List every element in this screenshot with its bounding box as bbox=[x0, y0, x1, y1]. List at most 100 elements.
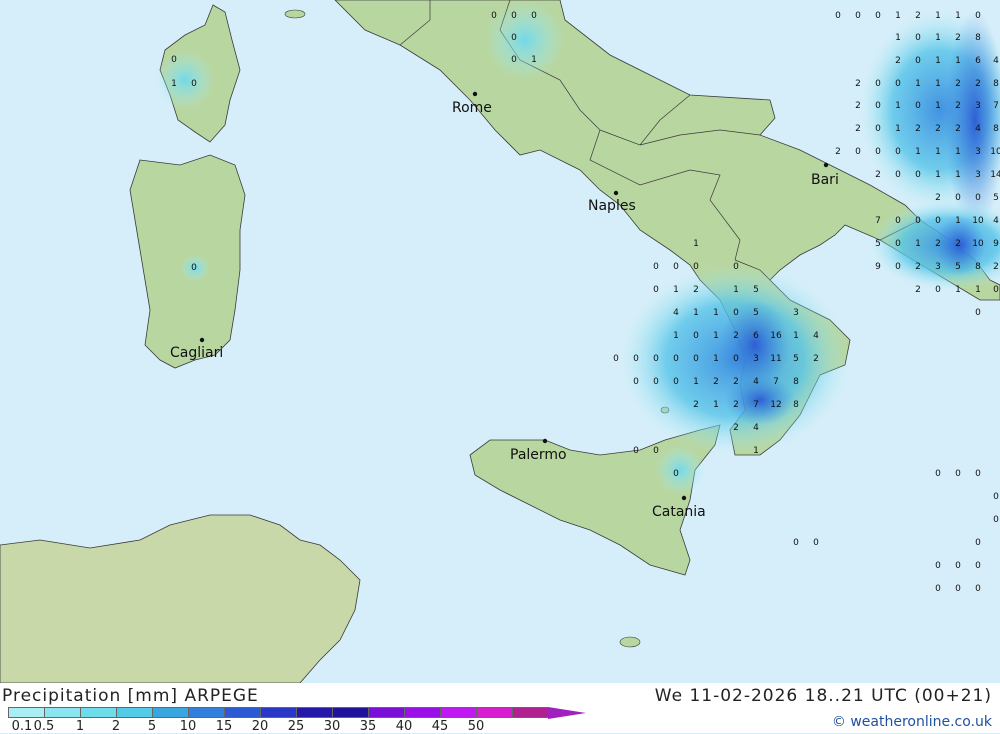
city-label: Catania bbox=[652, 504, 706, 520]
grid-value: 0 bbox=[733, 354, 739, 364]
grid-value: 0 bbox=[511, 33, 517, 43]
grid-value: 0 bbox=[633, 377, 639, 387]
legend-tick-label: 40 bbox=[395, 719, 413, 734]
grid-value: 14 bbox=[990, 170, 1000, 180]
legend-tick-label: 50 bbox=[467, 719, 485, 734]
grid-value: 0 bbox=[855, 147, 861, 157]
grid-value: 1 bbox=[713, 354, 719, 364]
grid-value: 3 bbox=[975, 170, 981, 180]
grid-value: 2 bbox=[955, 124, 961, 134]
grid-value: 2 bbox=[835, 147, 841, 157]
credit-link[interactable]: © weatheronline.co.uk bbox=[832, 714, 992, 730]
grid-value: 0 bbox=[895, 170, 901, 180]
grid-value: 0 bbox=[975, 561, 981, 571]
island-malta bbox=[619, 636, 641, 648]
legend-tick-label: 45 bbox=[431, 719, 449, 734]
grid-value: 3 bbox=[975, 101, 981, 111]
grid-value: 2 bbox=[915, 11, 921, 21]
island-elba bbox=[284, 9, 306, 19]
legend-tick-label: 5 bbox=[147, 719, 157, 734]
legend-swatch bbox=[476, 707, 512, 718]
grid-value: 2 bbox=[955, 239, 961, 249]
grid-value: 0 bbox=[935, 285, 941, 295]
grid-value: 2 bbox=[813, 354, 819, 364]
grid-value: 2 bbox=[993, 262, 999, 272]
grid-value: 4 bbox=[673, 308, 679, 318]
grid-value: 0 bbox=[633, 446, 639, 456]
grid-value: 0 bbox=[955, 561, 961, 571]
grid-value: 0 bbox=[191, 79, 197, 89]
grid-value: 2 bbox=[733, 331, 739, 341]
grid-value: 1 bbox=[793, 331, 799, 341]
grid-value: 5 bbox=[955, 262, 961, 272]
legend-swatch bbox=[224, 707, 260, 718]
city-label: Naples bbox=[588, 198, 636, 214]
grid-value: 11 bbox=[770, 354, 781, 364]
grid-value: 12 bbox=[770, 400, 781, 410]
grid-value: 1 bbox=[935, 33, 941, 43]
grid-value: 8 bbox=[793, 400, 799, 410]
grid-value: 1 bbox=[915, 239, 921, 249]
grid-value: 0 bbox=[673, 469, 679, 479]
grid-value: 2 bbox=[915, 285, 921, 295]
grid-value: 0 bbox=[835, 11, 841, 21]
grid-value: 2 bbox=[693, 285, 699, 295]
grid-value: 9 bbox=[993, 239, 999, 249]
legend-swatch bbox=[332, 707, 368, 718]
legend-labels: 0.1 0.5 1 2 5 10 15 20 25 30 35 40 45 50 bbox=[0, 719, 540, 734]
legend-swatch bbox=[296, 707, 332, 718]
legend-swatch bbox=[116, 707, 152, 718]
grid-value: 10 bbox=[972, 239, 984, 249]
grid-value: 1 bbox=[935, 79, 941, 89]
grid-value: 1 bbox=[693, 308, 699, 318]
grid-value: 4 bbox=[975, 124, 981, 134]
grid-value: 0 bbox=[793, 538, 799, 548]
grid-value: 2 bbox=[955, 33, 961, 43]
legend-tick-label: 0.5 bbox=[33, 719, 55, 734]
grid-value: 0 bbox=[935, 561, 941, 571]
grid-value: 0 bbox=[491, 11, 497, 21]
legend-swatch bbox=[188, 707, 224, 718]
grid-value: 5 bbox=[993, 193, 999, 203]
grid-value: 0 bbox=[633, 354, 639, 364]
grid-value: 5 bbox=[793, 354, 799, 364]
legend-swatch bbox=[440, 707, 476, 718]
grid-value: 1 bbox=[935, 101, 941, 111]
grid-value: 0 bbox=[171, 55, 177, 65]
grid-value: 1 bbox=[693, 377, 699, 387]
grid-value: 4 bbox=[753, 377, 759, 387]
grid-value: 0 bbox=[693, 262, 699, 272]
grid-value: 1 bbox=[975, 285, 981, 295]
grid-value: 0 bbox=[955, 584, 961, 594]
legend-arrow bbox=[548, 707, 586, 719]
grid-value: 1 bbox=[955, 11, 961, 21]
grid-value: 3 bbox=[753, 354, 759, 364]
grid-value: 9 bbox=[875, 262, 881, 272]
grid-value: 0 bbox=[915, 216, 921, 226]
legend-tick-label: 30 bbox=[323, 719, 341, 734]
grid-value: 0 bbox=[693, 354, 699, 364]
grid-value: 8 bbox=[993, 124, 999, 134]
legend-tick-label: 15 bbox=[215, 719, 233, 734]
legend-swatch bbox=[152, 707, 188, 718]
legend-tick-label: 35 bbox=[359, 719, 377, 734]
grid-value: 1 bbox=[531, 55, 537, 65]
grid-value: 0 bbox=[693, 331, 699, 341]
grid-value: 1 bbox=[693, 239, 699, 249]
grid-value: 1 bbox=[955, 285, 961, 295]
grid-value: 0 bbox=[733, 262, 739, 272]
grid-value: 6 bbox=[753, 331, 759, 341]
legend-tick-label: 25 bbox=[287, 719, 305, 734]
grid-value: 0 bbox=[531, 11, 537, 21]
grid-value: 0 bbox=[875, 124, 881, 134]
grid-value: 1 bbox=[713, 331, 719, 341]
forecast-datetime: We 11-02-2026 18..21 UTC (00+21) bbox=[654, 686, 992, 706]
grid-value: 0 bbox=[915, 170, 921, 180]
grid-value: 0 bbox=[511, 55, 517, 65]
grid-value: 0 bbox=[855, 11, 861, 21]
grid-value: 8 bbox=[975, 33, 981, 43]
grid-value: 10 bbox=[972, 216, 984, 226]
grid-value: 2 bbox=[733, 423, 739, 433]
grid-value: 0 bbox=[673, 262, 679, 272]
grid-value: 5 bbox=[753, 308, 759, 318]
